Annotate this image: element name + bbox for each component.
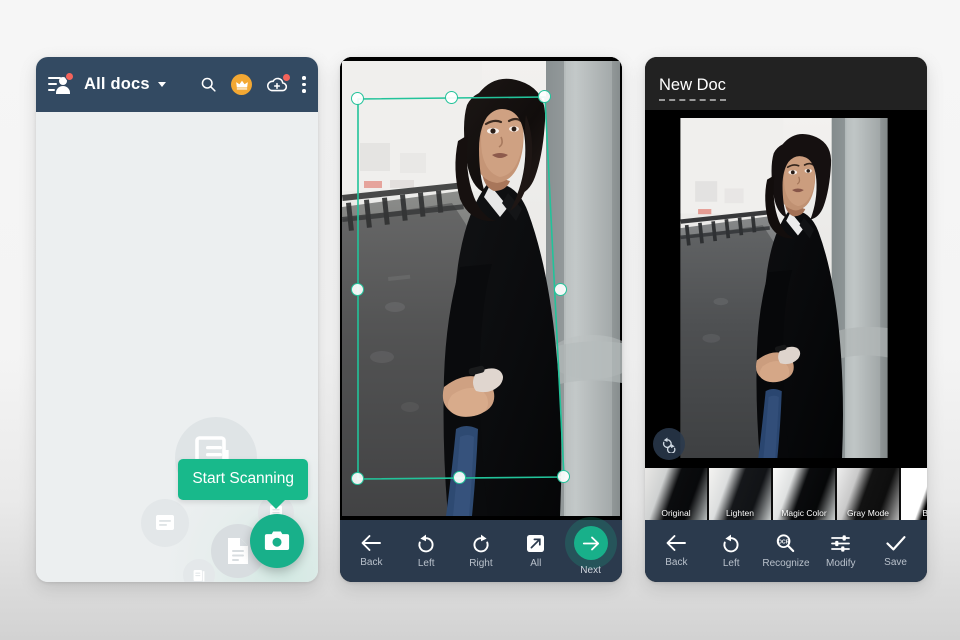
crop-handle-bottom-right[interactable]: [557, 470, 570, 483]
bubble-doc-small-1: [141, 499, 189, 547]
ocr-search-icon: OCR: [777, 534, 795, 553]
modify-button[interactable]: Modify: [815, 534, 867, 569]
arrow-left-icon: [361, 535, 382, 551]
filter-thumb-bw[interactable]: B&W: [901, 468, 927, 520]
rotate-both-button[interactable]: [653, 428, 685, 460]
crop-handle-top-left[interactable]: [351, 92, 364, 105]
search-icon[interactable]: [200, 76, 217, 93]
rotate-right-label: Right: [469, 557, 493, 569]
filter-label: Gray Mode: [846, 508, 890, 518]
preview-stage[interactable]: [645, 110, 927, 468]
svg-text:OCR: OCR: [778, 539, 790, 545]
crop-handle-top-center[interactable]: [445, 91, 458, 104]
crop-photo-stage[interactable]: [340, 57, 622, 520]
chevron-down-icon[interactable]: [157, 82, 166, 87]
doc-title-input[interactable]: New Doc: [659, 76, 726, 101]
back-label: Back: [360, 557, 383, 568]
arrow-right-icon: [582, 536, 599, 550]
rotate-left-label: Left: [417, 557, 435, 569]
notification-dot: [283, 74, 290, 81]
filter-label: Lighten: [726, 508, 754, 518]
filter-thumb-gray-mode[interactable]: Gray Mode: [837, 468, 899, 520]
crop-handle-top-right[interactable]: [538, 90, 551, 103]
filter-thumb-magic-color[interactable]: Magic Color: [773, 468, 835, 520]
camera-icon: [264, 531, 290, 550]
select-all-icon: [527, 534, 545, 552]
crop-quad-overlay[interactable]: [340, 57, 622, 520]
filter-label: Magic Color: [781, 508, 827, 518]
app-header: All docs: [36, 57, 318, 112]
sliders-icon: [831, 534, 851, 552]
rotate-left-icon: [723, 534, 739, 552]
check-icon: [885, 536, 906, 551]
camera-fab[interactable]: [250, 514, 304, 568]
select-all-button[interactable]: All: [510, 534, 562, 569]
rotate-left-button[interactable]: Left: [705, 534, 757, 569]
documents-list-screen: All docs Start Scanning: [36, 57, 318, 582]
filter-toolbar: Back Left OCR Recognize Modify Save: [645, 520, 927, 582]
filter-thumb-original[interactable]: Original: [645, 468, 707, 520]
page-title: All docs: [84, 75, 150, 93]
account-list-icon[interactable]: [48, 71, 74, 97]
rotate-left-label: Left: [722, 557, 740, 569]
rotate-left-button[interactable]: Left: [400, 534, 452, 569]
crop-handle-bottom-left[interactable]: [351, 472, 364, 485]
save-label: Save: [884, 557, 907, 568]
filter-strip[interactable]: Original Lighten Magic Color Gray Mode B…: [645, 468, 927, 520]
crop-toolbar: Back Left Right All Next: [340, 520, 622, 582]
processed-photo: [680, 118, 888, 458]
crop-handle-middle-left[interactable]: [351, 283, 364, 296]
filter-label: B&W: [922, 508, 927, 518]
save-button[interactable]: Save: [870, 534, 922, 568]
next-label: Next: [580, 565, 601, 576]
crown-icon[interactable]: [231, 74, 252, 95]
overflow-menu-icon[interactable]: [302, 76, 306, 93]
crop-handle-bottom-center[interactable]: [453, 471, 466, 484]
filter-preview-screen: New Doc Original Lighten Magic Color Gra…: [645, 57, 927, 582]
back-button[interactable]: Back: [345, 534, 397, 568]
cloud-upload-icon[interactable]: [266, 74, 290, 93]
rotate-right-button[interactable]: Right: [455, 534, 507, 569]
start-scanning-tooltip[interactable]: Start Scanning: [178, 459, 308, 509]
rotate-left-icon: [418, 534, 434, 552]
filter-thumb-lighten[interactable]: Lighten: [709, 468, 771, 520]
crop-handle-middle-right[interactable]: [554, 283, 567, 296]
select-all-label: All: [530, 557, 542, 569]
doc-title-header: New Doc: [645, 57, 927, 110]
filter-label: Original: [661, 508, 691, 518]
bubble-doc-small-3: [183, 559, 215, 582]
back-label: Back: [665, 557, 688, 568]
next-button[interactable]: Next: [565, 526, 617, 576]
recognize-label: Recognize: [762, 558, 810, 569]
rotate-both-icon: [662, 437, 676, 453]
arrow-left-icon: [666, 535, 687, 551]
empty-state-area: Start Scanning: [36, 112, 318, 582]
crop-edit-screen: Back Left Right All Next: [340, 57, 622, 582]
modify-label: Modify: [826, 557, 856, 569]
recognize-button[interactable]: OCR Recognize: [760, 533, 812, 569]
back-button[interactable]: Back: [650, 534, 702, 568]
rotate-right-icon: [473, 534, 489, 552]
